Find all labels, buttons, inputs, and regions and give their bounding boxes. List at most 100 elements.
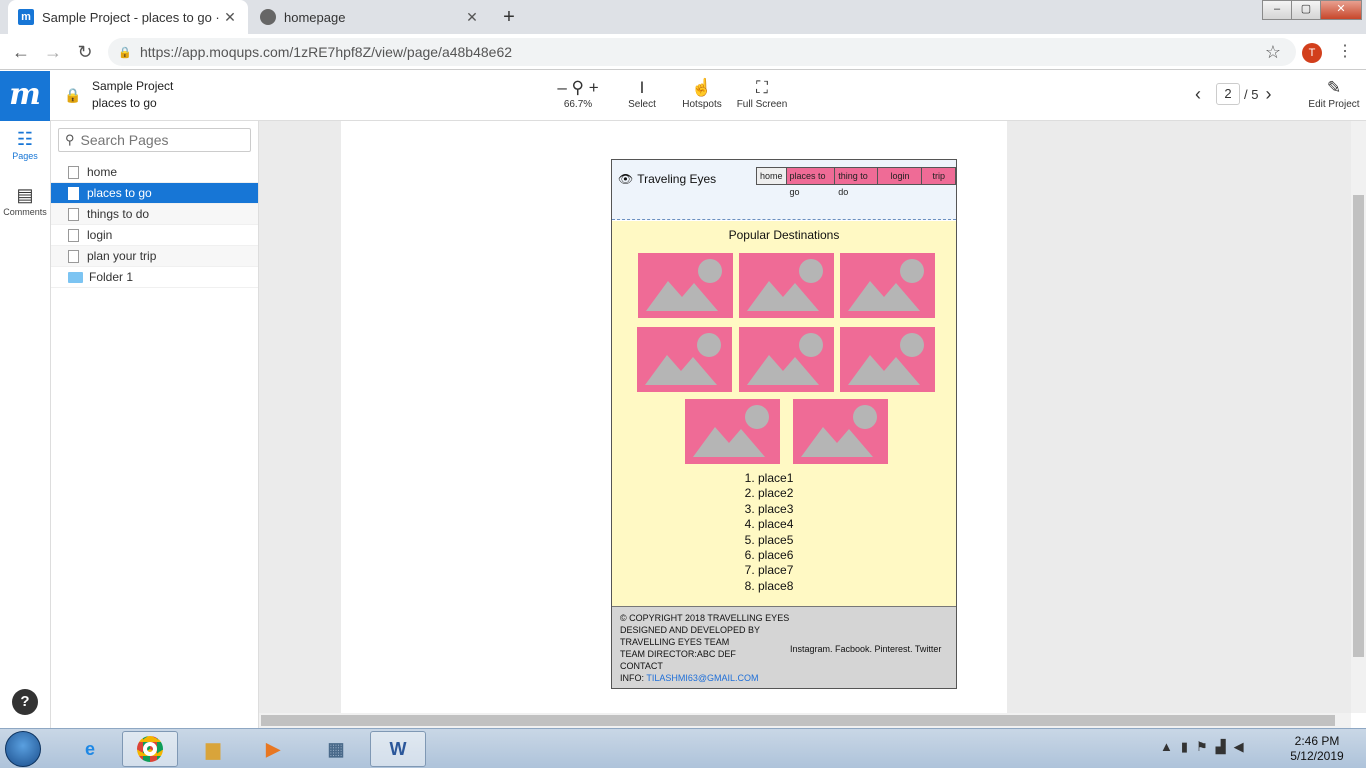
help-icon[interactable]: ? [12,689,38,715]
list-item: place5 [758,533,793,548]
project-title: Sample Project places to go [92,78,173,112]
rail-comments[interactable]: ▤ Comments [0,183,50,217]
tab-title: Sample Project - places to go · M [42,9,222,25]
footer-line: TRAVELLING EYES TEAM [620,637,730,647]
scroll-thumb[interactable] [261,715,1335,726]
image-placeholder [637,327,732,392]
page-icon [68,207,79,221]
footer-line: DESIGNED AND DEVELOPED BY [620,625,761,635]
clock-time: 2:46 PM [1294,734,1340,748]
mockup-site: 👁 Traveling Eyes home places to go thing… [611,159,957,689]
social-links[interactable]: Instagram. Facbook. Pinterest. Twitter [790,644,941,654]
horizontal-scrollbar[interactable] [259,713,1351,728]
menu-dots-icon[interactable]: ⋮ [1334,41,1356,63]
nav-thing-to-do[interactable]: thing to do [834,168,878,197]
globe-icon [260,9,276,25]
list-item: place6 [758,548,793,563]
url-field[interactable]: 🔒 https://app.moqups.com/1zRE7hpf8Z/view… [108,38,1296,66]
zoom-icon[interactable]: – ⚲ + [550,77,606,99]
site-body: Popular Destinations place1 place2 place… [612,221,956,606]
scroll-thumb[interactable] [1353,195,1364,657]
total-pages: / 5 [1244,86,1259,102]
current-page-input[interactable]: 2 [1216,83,1240,105]
image-placeholder [739,253,834,318]
fullscreen-tool[interactable]: ⛶ Full Screen [735,77,789,110]
address-bar: ← → ↻ 🔒 https://app.moqups.com/1zRE7hpf8… [0,34,1366,70]
profile-avatar[interactable]: T [1302,43,1322,63]
select-tool[interactable]: I Select [622,77,662,110]
new-tab-button[interactable]: + [498,6,520,28]
list-item: place1 [758,471,793,486]
site-nav: home places to go thing to do login trip [756,167,956,197]
nav-places-to-go[interactable]: places to go [785,168,835,197]
window-close-button[interactable]: ✕ [1320,0,1362,20]
system-tray-icons[interactable]: ▲▮⚑▟◀ [1160,739,1252,755]
list-item: place8 [758,579,793,594]
media-player-icon[interactable]: ▶ [245,731,301,767]
ie-icon[interactable]: e [62,731,118,767]
footer-contact: INFO: TILASHMI63@GMAIL.COM [620,672,789,684]
left-rail: ☷ Pages ▤ Comments ? [0,121,51,728]
image-placeholder [793,399,888,464]
system-clock[interactable]: 2:46 PM 5/12/2019 [1280,734,1354,764]
folder-icon[interactable]: ▆ [185,731,241,767]
page-icon [68,165,79,179]
nav-login[interactable]: login [877,168,922,184]
pages-panel: ⚲ home places to go things to do login p… [51,121,259,728]
close-icon[interactable]: ✕ [222,9,238,26]
site-footer: © COPYRIGHT 2018 TRAVELLING EYES DESIGNE… [612,606,956,688]
hotspots-tool[interactable]: ☝ Hotspots [680,77,724,110]
lock-icon: 🔒 [64,87,82,103]
word-icon[interactable]: W [370,731,426,767]
page-item-places-to-go[interactable]: places to go [51,183,258,204]
edit-project-label: Edit Project [1308,99,1360,110]
page-item-things-to-do[interactable]: things to do [51,204,258,225]
maximize-button[interactable]: ▢ [1291,0,1321,20]
page-name: places to go [92,96,157,110]
edit-project-button[interactable]: ✎ Edit Project [1306,77,1362,110]
sun-shape [745,405,769,429]
sun-shape [698,259,722,283]
info-label: INFO: [620,673,647,683]
chevron-left-icon[interactable]: ‹ [1188,84,1208,105]
footer-line: CONTACT [620,661,663,671]
site-logo-text: Traveling Eyes [637,172,717,186]
nav-home[interactable]: home [757,168,786,184]
reload-button[interactable]: ↻ [74,41,96,63]
site-logo[interactable]: 👁 Traveling Eyes [618,172,716,186]
close-icon[interactable]: ✕ [464,9,480,26]
chrome-icon[interactable] [122,731,178,767]
email-link[interactable]: TILASHMI63@GMAIL.COM [646,673,758,683]
browser-tab-moqups[interactable]: m Sample Project - places to go · M ✕ [8,0,248,34]
page-icon [68,186,79,200]
comment-icon: ▤ [16,185,34,205]
chevron-right-icon[interactable]: › [1258,84,1278,105]
windows-start-button[interactable] [5,731,41,767]
back-button[interactable]: ← [10,41,32,63]
list-item: place2 [758,486,793,501]
page-item-home[interactable]: home [51,162,258,183]
bookmark-star-icon[interactable]: ☆ [1262,41,1284,63]
zoom-control[interactable]: – ⚲ + 66.7% [550,77,606,110]
page-item-label: Folder 1 [89,270,134,284]
search-input[interactable] [80,132,241,148]
clock-date: 5/12/2019 [1290,749,1344,763]
canvas: 👁 Traveling Eyes home places to go thing… [259,121,1351,713]
rail-pages[interactable]: ☷ Pages [0,127,50,161]
forward-button[interactable]: → [42,41,64,63]
image-placeholder [739,327,834,392]
image-placeholder [638,253,733,318]
page-item-folder-1[interactable]: Folder 1 [51,267,258,288]
moqups-logo[interactable]: m [0,71,50,121]
nav-trip[interactable]: trip [921,168,955,184]
page-icon [68,249,79,263]
window-app-icon[interactable]: ▦ [308,731,364,767]
hotspots-label: Hotspots [682,99,722,110]
search-pages[interactable]: ⚲ [58,128,251,152]
page-item-login[interactable]: login [51,225,258,246]
browser-tab-homepage[interactable]: homepage ✕ [250,0,490,34]
vertical-scrollbar[interactable] [1351,121,1366,713]
page-item-plan-your-trip[interactable]: plan your trip [51,246,258,267]
page-pager: ‹ 2 / 5 › [1188,83,1278,105]
minimize-button[interactable]: – [1262,0,1292,20]
